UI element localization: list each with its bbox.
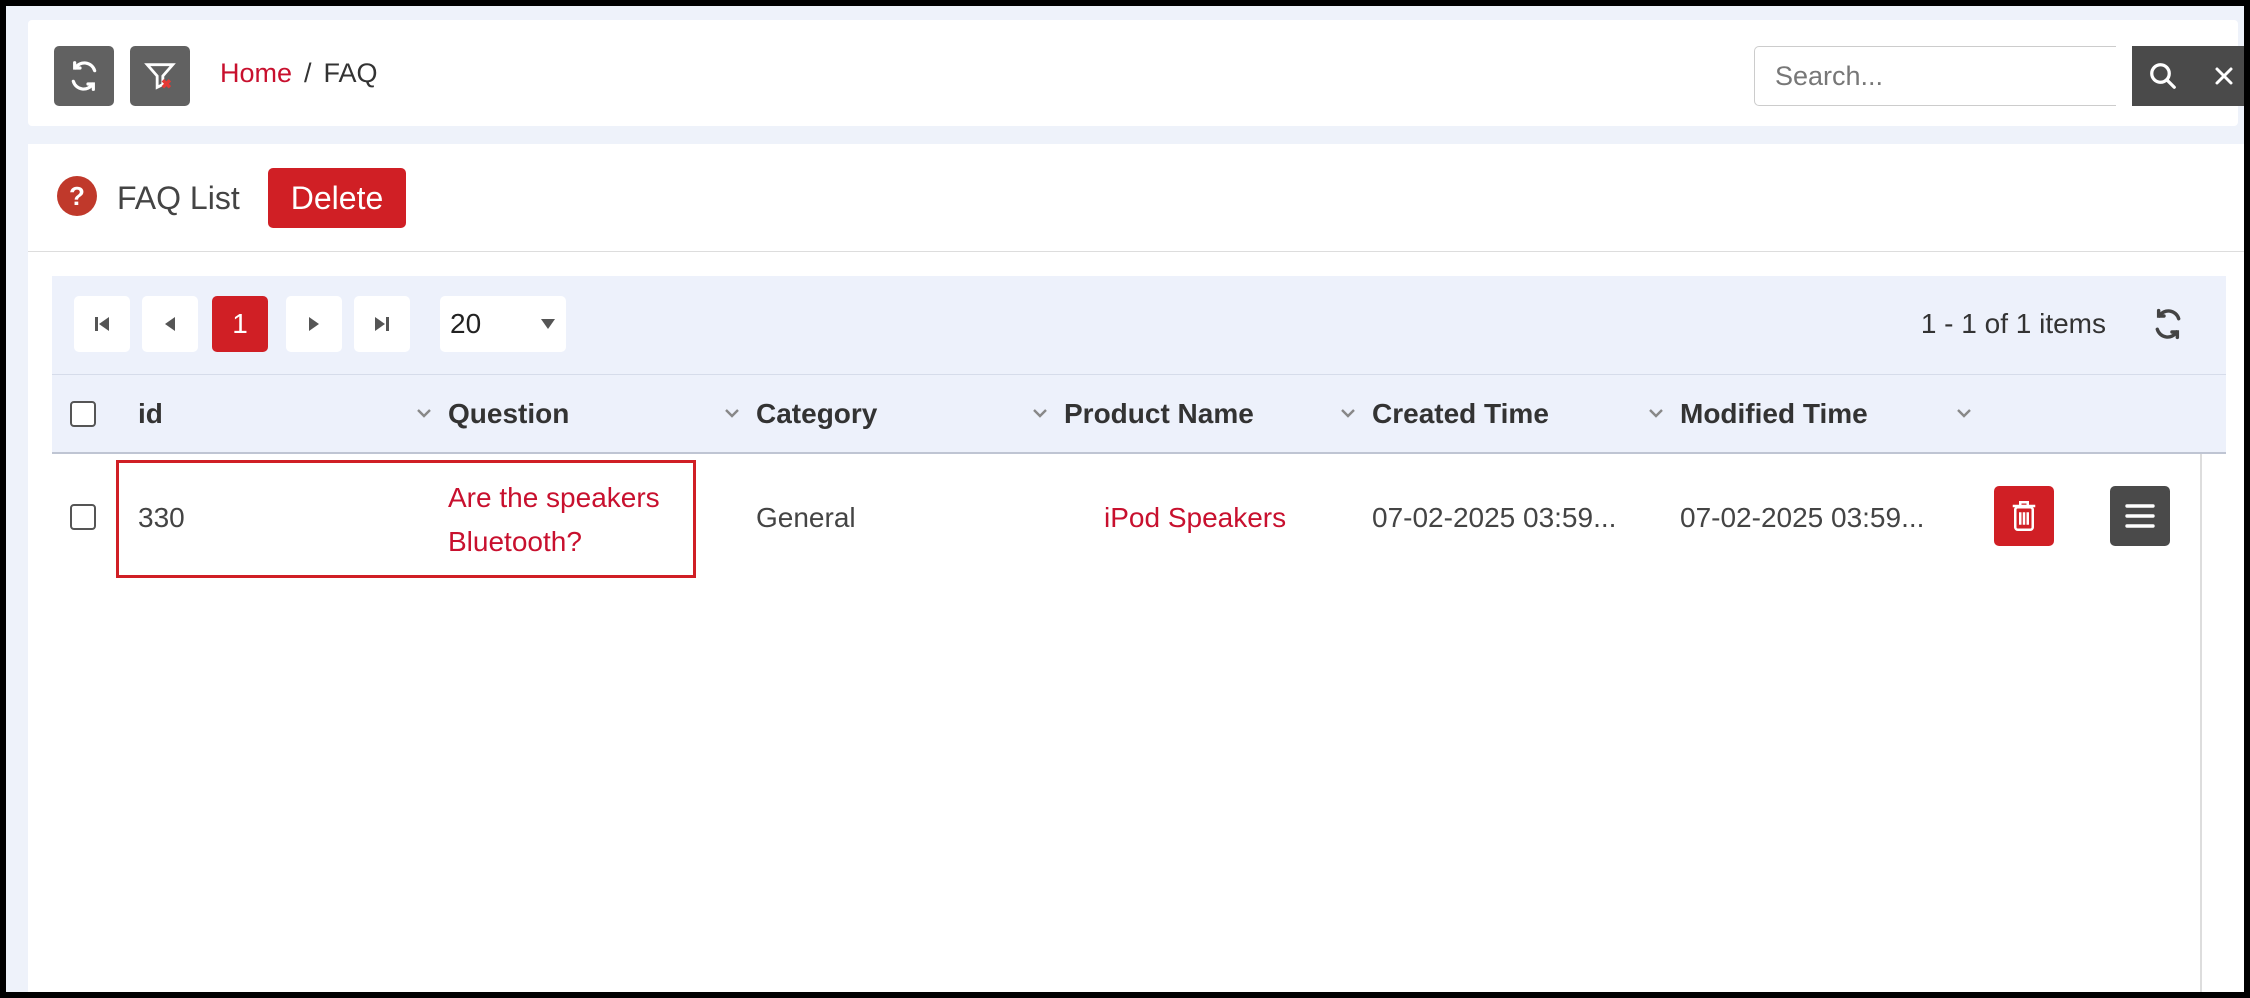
prev-page-button[interactable] <box>142 296 198 352</box>
close-icon <box>2215 67 2232 85</box>
column-header-modified-time[interactable]: Modified Time <box>1680 375 1868 453</box>
chevron-down-icon[interactable] <box>412 401 436 425</box>
search-icon <box>2149 63 2176 89</box>
pager: 1 20 1 - 1 of 1 items <box>52 276 2226 374</box>
clear-filter-button[interactable] <box>130 46 190 106</box>
page-button-current[interactable]: 1 <box>212 296 268 352</box>
select-all-checkbox[interactable] <box>70 401 96 427</box>
table-row[interactable]: 330 Are the speakers Bluetooth? General … <box>52 454 2202 578</box>
page-size-select[interactable]: 20 <box>440 296 566 352</box>
pager-info: 1 - 1 of 1 items <box>1920 308 2106 339</box>
app-frame: Home / FAQ ? FAQ List Delete <box>6 6 2244 992</box>
row-menu-button[interactable] <box>2110 486 2170 546</box>
column-header-id[interactable]: id <box>138 375 163 453</box>
next-page-button[interactable] <box>286 296 342 352</box>
clear-search-button[interactable] <box>2193 46 2244 106</box>
cell-category: General <box>756 502 856 533</box>
top-toolbar: Home / FAQ <box>28 20 2244 126</box>
menu-icon <box>2125 504 2155 528</box>
page-size-value: 20 <box>450 308 482 339</box>
panel-header: ? FAQ List Delete <box>28 144 2244 252</box>
cell-product-name[interactable]: iPod Speakers <box>1104 502 1286 534</box>
help-icon: ? <box>57 176 97 216</box>
breadcrumb-home-link[interactable]: Home <box>220 58 292 89</box>
first-page-icon <box>95 317 109 331</box>
faq-grid: 1 20 1 - 1 of 1 items id Question Catego… <box>52 276 2226 992</box>
vertical-scrollbar[interactable] <box>2200 454 2202 992</box>
chevron-down-icon[interactable] <box>720 401 744 425</box>
breadcrumb-current: FAQ <box>323 58 378 88</box>
refresh-button[interactable] <box>54 46 114 106</box>
refresh-icon <box>71 61 97 91</box>
highlight-box <box>116 460 696 578</box>
page-title: FAQ List <box>117 180 240 216</box>
column-header-question[interactable]: Question <box>448 375 569 453</box>
chevron-down-icon[interactable] <box>1644 401 1668 425</box>
chevron-down-icon[interactable] <box>1952 401 1976 425</box>
cell-created-time: 07-02-2025 03:59... <box>1372 502 1617 533</box>
first-page-button[interactable] <box>74 296 130 352</box>
breadcrumb-separator: / <box>304 58 312 88</box>
breadcrumb: Home / FAQ <box>220 58 378 89</box>
cell-modified-time: 07-02-2025 03:59... <box>1680 502 1925 533</box>
grid-refresh-icon[interactable] <box>2152 308 2184 340</box>
dropdown-arrow-icon <box>541 319 555 329</box>
faq-panel: ? FAQ List Delete 1 20 1 - 1 of 1 items … <box>28 144 2244 992</box>
prev-page-icon <box>165 317 175 331</box>
column-header-created-time[interactable]: Created Time <box>1372 375 1549 453</box>
filter-clear-icon <box>144 63 176 90</box>
search-input[interactable] <box>1754 46 2116 106</box>
chevron-down-icon[interactable] <box>1336 401 1360 425</box>
column-header-category[interactable]: Category <box>756 375 877 453</box>
delete-button[interactable]: Delete <box>268 168 406 228</box>
search-actions <box>2132 46 2244 106</box>
search-button[interactable] <box>2132 46 2193 106</box>
chevron-down-icon[interactable] <box>1028 401 1052 425</box>
trash-icon <box>2012 501 2036 531</box>
row-delete-button[interactable] <box>1994 486 2054 546</box>
column-header-product-name[interactable]: Product Name <box>1064 375 1254 453</box>
grid-header: id Question Category Product Name Create… <box>52 374 2226 454</box>
last-page-button[interactable] <box>354 296 410 352</box>
last-page-icon <box>375 317 389 331</box>
next-page-icon <box>309 317 319 331</box>
row-checkbox[interactable] <box>70 504 96 530</box>
